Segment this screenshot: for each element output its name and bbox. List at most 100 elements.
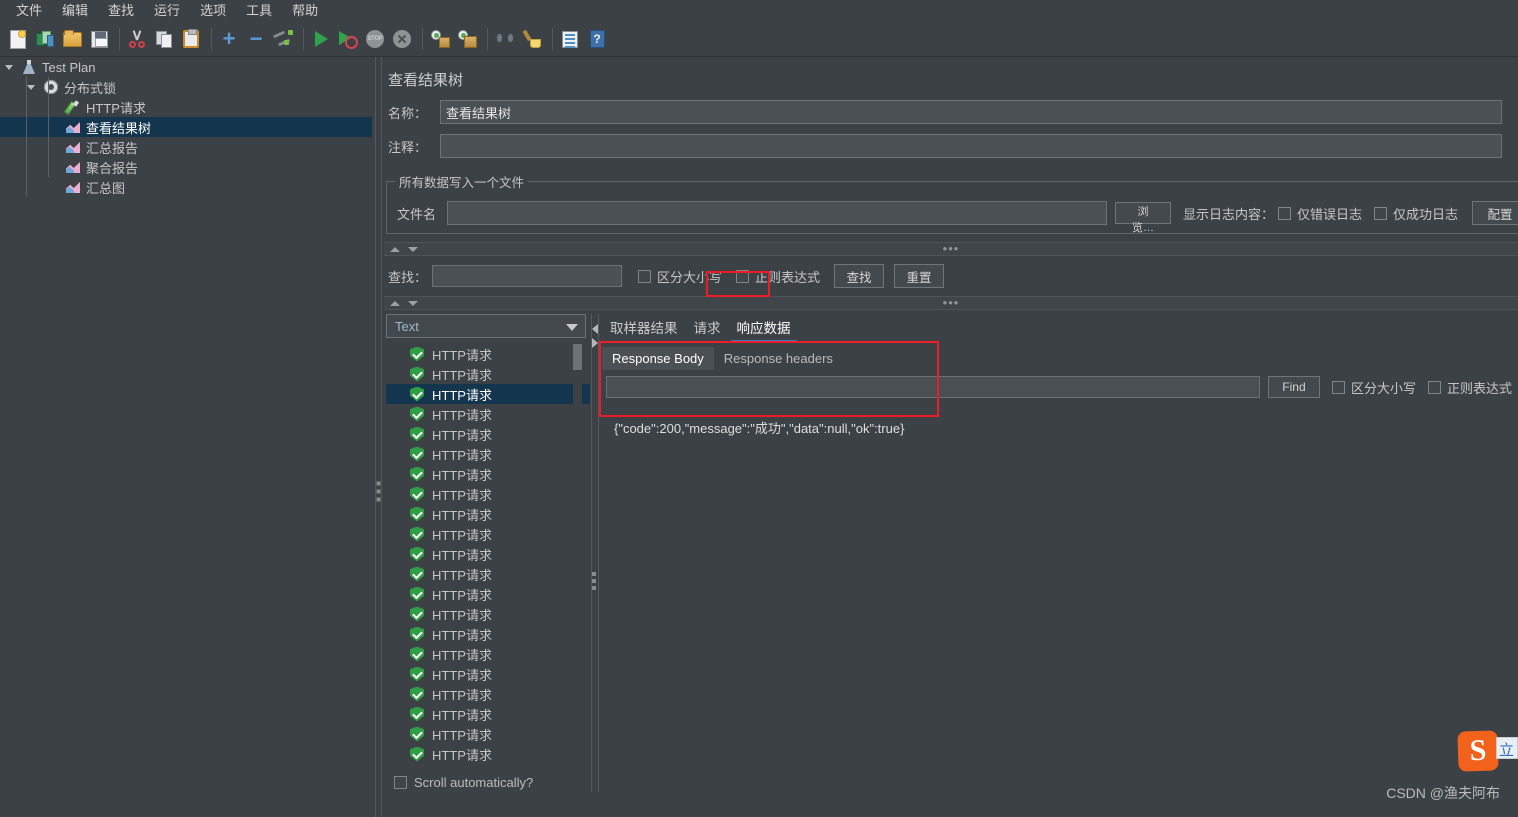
sample-result-item[interactable]: HTTP请求 — [386, 724, 590, 744]
menu-search[interactable]: 查找 — [98, 1, 144, 21]
collapse-down-icon[interactable] — [408, 246, 418, 252]
open-folder-icon[interactable] — [60, 27, 84, 51]
result-tabs[interactable]: 取样器结果 请求 响应数据 — [600, 314, 1518, 342]
tree-item-test-plan[interactable]: Test Plan — [0, 57, 372, 77]
renderer-select[interactable]: Text — [386, 314, 586, 338]
response-find-button[interactable]: Find — [1267, 376, 1320, 398]
comment-input[interactable] — [440, 134, 1502, 158]
response-find-case-checkbox[interactable] — [1331, 380, 1345, 394]
clear-all-icon[interactable] — [455, 27, 479, 51]
sample-result-item[interactable]: HTTP请求 — [386, 464, 590, 484]
sample-result-list[interactable]: HTTP请求 HTTP请求 HTTP请求 HTTP请求 HTTP请求 HTTP请求 HTTP… — [386, 344, 590, 766]
chevron-down-icon[interactable] — [26, 82, 37, 93]
sample-result-item[interactable]: HTTP请求 — [386, 764, 590, 766]
sample-result-item[interactable]: HTTP请求 — [386, 424, 590, 444]
sample-list-scrollbar[interactable] — [573, 344, 582, 766]
search-regex-checkbox[interactable] — [736, 269, 750, 283]
paste-icon[interactable] — [179, 27, 203, 51]
tree-item-http-request[interactable]: HTTP请求 — [0, 97, 372, 117]
sample-result-item[interactable]: HTTP请求 — [386, 624, 590, 644]
sample-result-item[interactable]: HTTP请求 — [386, 504, 590, 524]
sample-result-item[interactable]: HTTP请求 — [386, 704, 590, 724]
subtab-response-body[interactable]: Response Body — [602, 347, 714, 370]
templates-icon[interactable] — [33, 27, 57, 51]
sample-result-item[interactable]: HTTP请求 — [386, 744, 590, 764]
clear-icon[interactable] — [428, 27, 452, 51]
tab-sampler-result[interactable]: 取样器结果 — [602, 314, 686, 340]
sample-result-item[interactable]: HTTP请求 — [386, 544, 590, 564]
sample-result-item[interactable]: HTTP请求 — [386, 364, 590, 384]
copy-icon[interactable] — [152, 27, 176, 51]
sample-result-item[interactable]: HTTP请求 — [386, 484, 590, 504]
success-only-checkbox[interactable] — [1374, 206, 1388, 220]
menu-file[interactable]: 文件 — [6, 1, 52, 21]
sample-result-item[interactable]: HTTP请求 — [386, 344, 590, 364]
tree-item-summary-report[interactable]: 汇总报告 — [0, 137, 372, 157]
menu-tools[interactable]: 工具 — [236, 1, 282, 21]
function-helper-icon[interactable] — [558, 27, 582, 51]
start-icon[interactable] — [309, 27, 333, 51]
scroll-automatically-checkbox[interactable] — [394, 776, 407, 789]
tree-item-thread-group[interactable]: 分布式锁 — [0, 77, 372, 97]
sample-result-item[interactable]: HTTP请求 — [386, 444, 590, 464]
success-shield-icon — [410, 686, 424, 702]
menu-options[interactable]: 选项 — [190, 1, 236, 21]
splitter-right-arrow-icon[interactable] — [592, 338, 598, 348]
search-panel-divider[interactable]: ••• — [384, 242, 1518, 256]
search-case-checkbox[interactable] — [638, 269, 651, 283]
sample-result-item[interactable]: HTTP请求 — [386, 564, 590, 584]
name-input[interactable] — [440, 100, 1502, 124]
sample-result-item[interactable]: HTTP请求 — [386, 584, 590, 604]
save-icon[interactable] — [87, 27, 111, 51]
sample-result-item[interactable]: HTTP请求 — [386, 524, 590, 544]
cut-icon[interactable] — [125, 27, 149, 51]
new-document-icon[interactable] — [6, 27, 30, 51]
browse-button[interactable]: 浏览… — [1115, 202, 1171, 234]
sample-result-item[interactable]: HTTP请求 — [386, 644, 590, 664]
toggle-icon[interactable] — [271, 27, 295, 51]
tree-item-aggregate-report[interactable]: 聚合报告 — [0, 157, 372, 177]
tab-request[interactable]: 请求 — [686, 314, 729, 340]
sample-result-item[interactable]: HTTP请求 — [386, 384, 590, 404]
find-button[interactable]: 查找 — [834, 264, 885, 288]
response-find-regex-checkbox[interactable] — [1427, 380, 1441, 394]
collapse-all-icon[interactable]: − — [244, 27, 268, 51]
collapse-up-icon[interactable] — [390, 300, 400, 306]
sample-result-item[interactable]: HTTP请求 — [386, 604, 590, 624]
response-subtabs[interactable]: Response Body Response headers — [600, 344, 1518, 370]
scrollbar-thumb[interactable] — [573, 344, 582, 370]
sample-result-item[interactable]: HTTP请求 — [386, 684, 590, 704]
sample-result-label: HTTP请求 — [432, 487, 492, 503]
subtab-response-headers[interactable]: Response headers — [714, 347, 843, 370]
start-no-pauses-icon[interactable] — [336, 27, 360, 51]
collapse-down-icon[interactable] — [408, 300, 418, 306]
filename-input[interactable] — [447, 201, 1107, 225]
shutdown-icon[interactable] — [390, 27, 414, 51]
stop-icon[interactable]: STOP — [363, 27, 387, 51]
tree-item-view-results-tree[interactable]: 查看结果树 — [0, 117, 372, 137]
response-body-area[interactable]: {"code":200,"message":"成功","data":null,"… — [606, 406, 1512, 706]
chevron-down-icon[interactable] — [4, 62, 15, 73]
help-icon[interactable]: ? — [585, 27, 609, 51]
sample-result-item[interactable]: HTTP请求 — [386, 404, 590, 424]
reset-button[interactable]: 重置 — [894, 264, 945, 288]
test-plan-tree[interactable]: Test Plan 分布式锁 HTTP请求 查看结果树 汇总报告 聚合报告 汇总图 — [0, 57, 372, 817]
menu-help[interactable]: 帮助 — [282, 1, 328, 21]
collapse-up-icon[interactable] — [390, 246, 400, 252]
configure-button[interactable]: 配置 — [1472, 201, 1518, 225]
menu-run[interactable]: 运行 — [144, 1, 190, 21]
expand-all-icon[interactable]: + — [217, 27, 241, 51]
main-vertical-splitter[interactable] — [372, 57, 384, 817]
menu-edit[interactable]: 编辑 — [52, 1, 98, 21]
search-input[interactable] — [432, 265, 622, 287]
results-inner-splitter[interactable] — [590, 314, 600, 792]
errors-only-checkbox[interactable] — [1278, 206, 1292, 220]
tree-item-summary-graph[interactable]: 汇总图 — [0, 177, 372, 197]
results-panel-divider[interactable]: ••• — [384, 296, 1518, 310]
response-find-input[interactable] — [606, 376, 1260, 398]
search-reset-icon[interactable] — [520, 27, 544, 51]
search-icon[interactable] — [493, 27, 517, 51]
sample-result-item[interactable]: HTTP请求 — [386, 664, 590, 684]
splitter-left-arrow-icon[interactable] — [592, 324, 598, 334]
tab-response-data[interactable]: 响应数据 — [729, 314, 799, 342]
